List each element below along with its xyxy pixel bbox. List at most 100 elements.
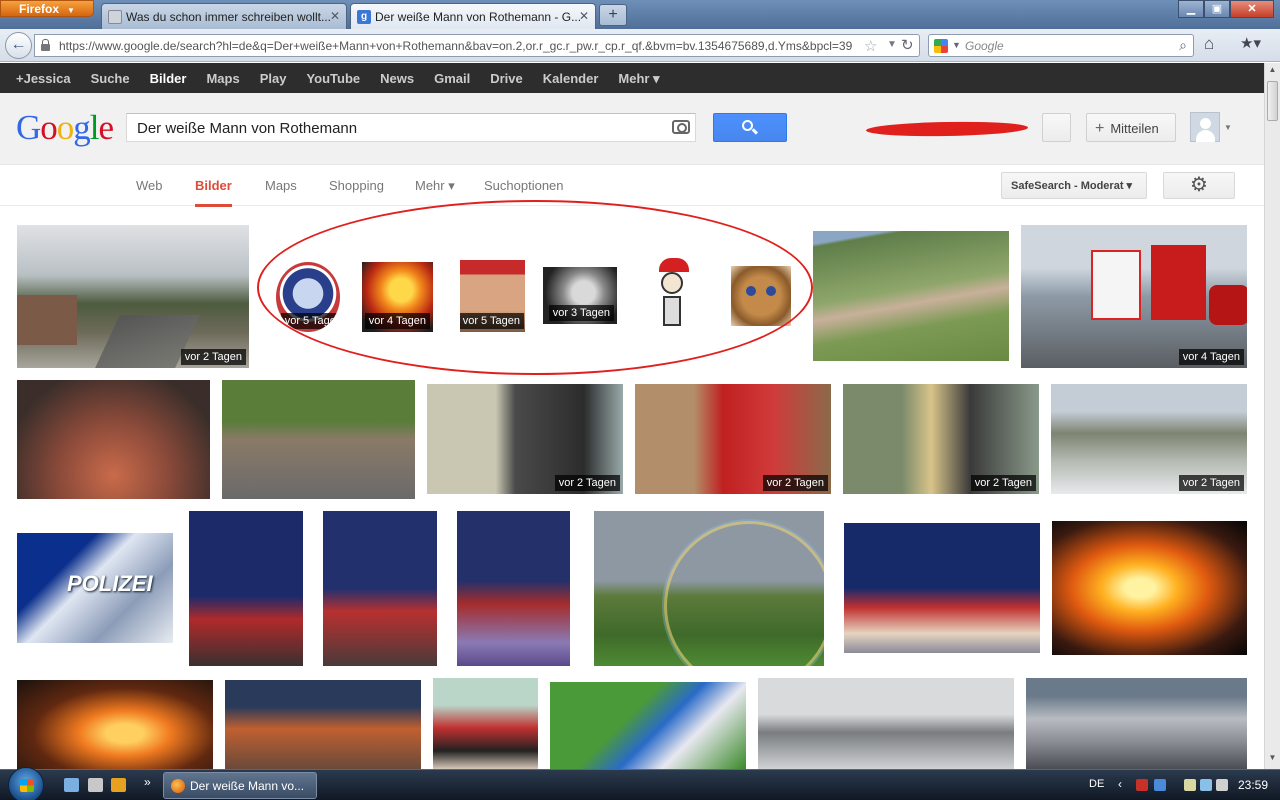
tab-shopping[interactable]: Shopping xyxy=(329,178,384,193)
image-age-label: vor 2 Tagen xyxy=(180,349,246,365)
scroll-up-icon[interactable]: ▲ xyxy=(1266,65,1279,79)
image-result[interactable]: vor 2 Tagen xyxy=(635,384,831,494)
clock[interactable]: 23:59 xyxy=(1238,778,1268,792)
maximize-icon[interactable]: ▣ xyxy=(1204,0,1230,18)
tab-maps[interactable]: Maps xyxy=(265,178,297,193)
tab-mehr[interactable]: Mehr ▾ xyxy=(415,178,455,194)
new-tab-button[interactable]: + xyxy=(599,4,627,26)
safesearch-dropdown[interactable]: SafeSearch - Moderat ▾ xyxy=(1001,172,1147,199)
gear-icon[interactable]: ⚙ xyxy=(1163,172,1235,199)
gbar-item-mehr[interactable]: Mehr ▾ xyxy=(618,63,659,93)
image-result[interactable]: vor 5 Tagen xyxy=(460,260,525,332)
image-result[interactable]: POLIZEI xyxy=(17,533,173,643)
gbar-item-youtube[interactable]: YouTube xyxy=(306,63,360,93)
image-result[interactable] xyxy=(844,523,1040,653)
media-player-icon[interactable] xyxy=(111,778,126,792)
image-result[interactable]: vor 2 Tagen xyxy=(1051,384,1247,494)
avatar[interactable] xyxy=(1190,112,1220,142)
taskbar-firefox-window[interactable]: Der weiße Mann vo... xyxy=(163,772,317,799)
image-result[interactable] xyxy=(323,511,437,666)
gbar-item-maps[interactable]: Maps xyxy=(206,63,239,93)
show-desktop-icon[interactable] xyxy=(64,778,79,792)
browser-search-bar[interactable]: ▼ Google ⌕ xyxy=(928,34,1194,57)
image-result[interactable]: vor 4 Tagen xyxy=(362,262,433,332)
close-icon[interactable]: ✕ xyxy=(330,9,340,23)
gbar-item-suche[interactable]: Suche xyxy=(91,63,130,93)
image-result[interactable]: vor 4 Tagen xyxy=(1021,225,1247,368)
history-dropdown-icon[interactable]: ▼ xyxy=(887,39,897,50)
search-button[interactable] xyxy=(713,113,787,142)
taskbar-task-label: Der weiße Mann vo... xyxy=(190,779,305,793)
image-result[interactable] xyxy=(758,678,1014,769)
network-icon[interactable] xyxy=(1154,779,1166,791)
close-icon[interactable]: ✕ xyxy=(579,9,589,23)
vertical-scrollbar[interactable]: ▲ ▼ xyxy=(1264,63,1280,769)
image-result[interactable]: vor 2 Tagen xyxy=(17,225,249,368)
image-result[interactable] xyxy=(649,258,693,330)
tab-web[interactable]: Web xyxy=(136,178,163,193)
image-result[interactable] xyxy=(17,380,210,499)
scrollbar-thumb[interactable] xyxy=(1267,81,1278,121)
gbar-item-bilder[interactable]: Bilder xyxy=(150,63,187,93)
notification-button[interactable] xyxy=(1042,113,1071,142)
image-result[interactable] xyxy=(731,266,791,326)
tab-suchoptionen[interactable]: Suchoptionen xyxy=(484,178,564,193)
wifi-icon[interactable] xyxy=(1200,779,1212,791)
page-icon xyxy=(108,10,122,24)
image-result[interactable] xyxy=(225,680,421,769)
tab-bilder[interactable]: Bilder xyxy=(195,178,232,207)
image-result[interactable] xyxy=(1052,521,1247,655)
bookmarks-icon[interactable]: ★▾ xyxy=(1240,34,1261,52)
security-icon[interactable] xyxy=(1136,779,1148,791)
url-bar[interactable]: https://www.google.de/search?hl=de&q=Der… xyxy=(34,34,920,57)
volume-icon[interactable] xyxy=(1216,779,1228,791)
close-window-icon[interactable]: ✕ xyxy=(1230,0,1274,18)
gbar-item-kalender[interactable]: Kalender xyxy=(543,63,599,93)
image-result[interactable] xyxy=(457,511,570,666)
browser-tab-active[interactable]: g Der weiße Mann von Rothemann - G... ✕ xyxy=(350,3,596,29)
image-result[interactable] xyxy=(222,380,415,499)
image-result[interactable] xyxy=(550,682,746,769)
search-input[interactable]: Der weiße Mann von Rothemann xyxy=(126,113,696,142)
search-icon[interactable]: ⌕ xyxy=(1179,37,1187,54)
image-result[interactable] xyxy=(189,511,303,666)
image-result[interactable] xyxy=(594,511,824,666)
image-result[interactable] xyxy=(1026,678,1247,769)
tray-expand-icon[interactable]: ‹ xyxy=(1118,777,1122,791)
gbar-item-play[interactable]: Play xyxy=(260,63,287,93)
image-result[interactable] xyxy=(813,231,1009,361)
image-age-label: vor 5 Tagen xyxy=(280,313,340,329)
start-button[interactable] xyxy=(8,767,44,800)
browser-tab[interactable]: Was du schon immer schreiben wollt... ✕ xyxy=(101,3,347,29)
gbar-item-news[interactable]: News xyxy=(380,63,414,93)
firefox-menu-button[interactable]: Firefox ▼ xyxy=(0,0,94,17)
gbar-item-gmail[interactable]: Gmail xyxy=(434,63,470,93)
image-result[interactable]: vor 5 Tagen xyxy=(276,262,340,332)
back-button[interactable]: ← xyxy=(5,32,32,59)
scroll-down-icon[interactable]: ▼ xyxy=(1266,753,1279,767)
image-result[interactable]: vor 2 Tagen xyxy=(843,384,1039,494)
fire-truck xyxy=(1151,245,1206,320)
google-logo[interactable]: Google xyxy=(16,108,114,148)
camera-icon[interactable] xyxy=(672,120,690,134)
chevron-down-icon[interactable]: ▼ xyxy=(952,40,961,50)
reload-icon[interactable]: ↻ xyxy=(901,36,914,54)
share-button[interactable]: + Mitteilen xyxy=(1086,113,1176,142)
quicklaunch-overflow-icon[interactable]: » xyxy=(144,775,151,789)
gbar-item-drive[interactable]: Drive xyxy=(490,63,523,93)
search-type-tabs: Web Bilder Maps Shopping Mehr ▾ Suchopti… xyxy=(0,165,1264,207)
home-icon[interactable]: ⌂ xyxy=(1204,34,1214,54)
image-result[interactable]: vor 2 Tagen xyxy=(427,384,623,494)
cartoon-face xyxy=(661,272,683,294)
explorer-icon[interactable] xyxy=(88,778,103,792)
image-result[interactable] xyxy=(433,678,538,769)
minimize-icon[interactable]: ▁ xyxy=(1178,0,1204,18)
image-result[interactable]: vor 3 Tagen xyxy=(543,267,617,324)
chevron-down-icon[interactable]: ▼ xyxy=(1224,123,1232,132)
battery-icon[interactable] xyxy=(1184,779,1196,791)
gbar-item-jessica[interactable]: +Jessica xyxy=(16,63,71,93)
language-indicator[interactable]: DE xyxy=(1089,778,1104,790)
bookmark-star-icon[interactable]: ☆ xyxy=(864,37,877,55)
search-engine-icon[interactable] xyxy=(934,39,948,53)
image-result[interactable] xyxy=(17,680,213,769)
